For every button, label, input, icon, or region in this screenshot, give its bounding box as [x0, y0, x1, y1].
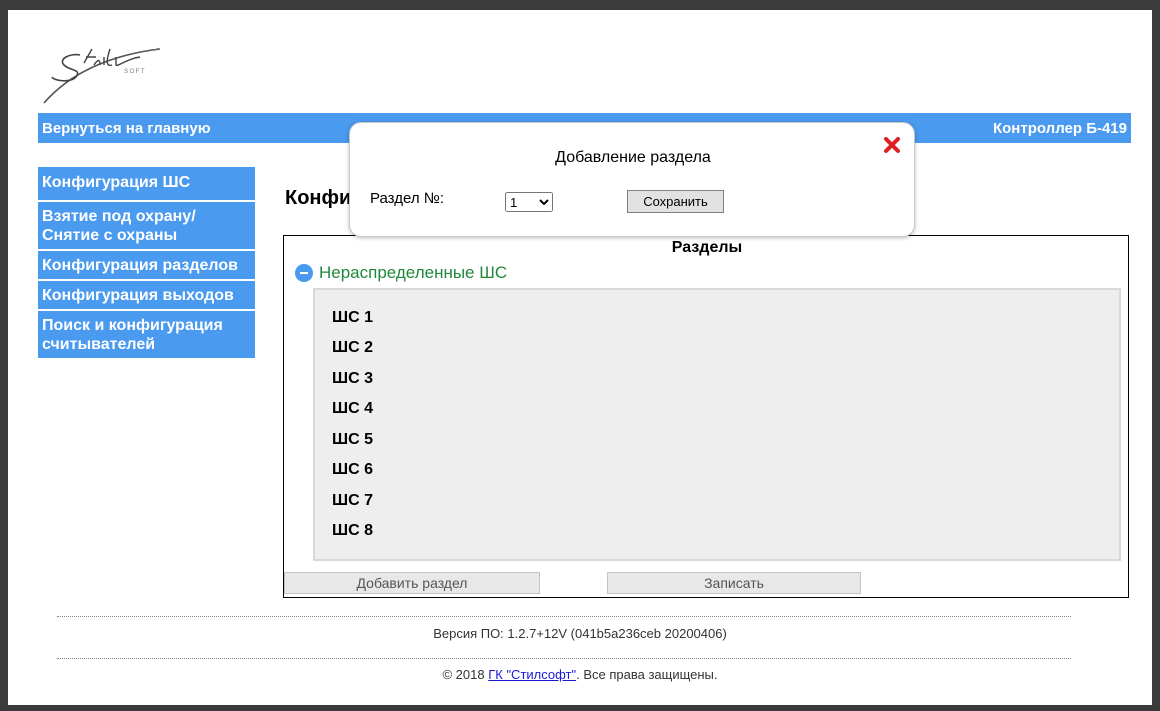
panel-title: Разделы — [671, 239, 743, 256]
write-button[interactable]: Записать — [607, 572, 861, 594]
section-number-label: Раздел №: — [370, 190, 445, 207]
loop-list: ШС 1 ШС 2 ШС 3 ШС 4 ШС 5 ШС 6 ШС 7 ШС 8 — [313, 288, 1121, 561]
footer-divider — [57, 658, 1071, 659]
svg-text:SOFT: SOFT — [124, 69, 146, 75]
copyright-suffix: . Все права защищены. — [576, 667, 718, 682]
list-item[interactable]: ШС 6 — [332, 461, 373, 479]
list-item[interactable]: ШС 8 — [332, 522, 373, 540]
footer-divider — [57, 616, 1071, 617]
version-text: Версия ПО: 1.2.7+12V (041b5a236ceb 20200… — [433, 626, 727, 641]
sidebar: Конфигурация ШС Взятие под охрану/ Сняти… — [38, 167, 255, 360]
stilsoft-logo: SOFT — [43, 47, 161, 104]
dialog-title: Добавление раздела — [555, 149, 711, 166]
page-title: Конфи — [285, 187, 351, 209]
sidebar-item-output-config[interactable]: Конфигурация выходов — [38, 281, 255, 309]
list-item[interactable]: ШС 5 — [332, 431, 373, 449]
group-label: Нераспределенные ШС — [319, 263, 508, 282]
sidebar-item-arm-disarm[interactable]: Взятие под охрану/ Снятие с охраны — [38, 202, 255, 249]
company-link[interactable]: ГК "Стилсофт" — [488, 667, 576, 682]
add-section-dialog: Добавление раздела Раздел №: 1 Сохранить — [349, 122, 915, 237]
section-number-select[interactable]: 1 — [505, 192, 553, 212]
save-button[interactable]: Сохранить — [627, 190, 724, 213]
collapse-icon[interactable] — [295, 264, 313, 282]
list-item[interactable]: ШС 4 — [332, 400, 373, 418]
close-icon[interactable] — [882, 135, 902, 155]
list-item[interactable]: ШС 1 — [332, 309, 373, 327]
controller-title: Контроллер Б-419 — [992, 120, 1127, 137]
sidebar-item-section-config[interactable]: Конфигурация разделов — [38, 251, 255, 279]
sidebar-item-reader-config[interactable]: Поиск и конфигурация считывателей — [38, 311, 255, 358]
add-section-button[interactable]: Добавить раздел — [284, 572, 540, 594]
sidebar-item-loop-config[interactable]: Конфигурация ШС — [38, 167, 255, 200]
unassigned-group-header[interactable]: Нераспределенные ШС — [295, 263, 507, 283]
copyright: © 2018 ГК "Стилсофт". Все права защищены… — [0, 667, 1160, 682]
list-item[interactable]: ШС 7 — [332, 492, 373, 510]
list-item[interactable]: ШС 3 — [332, 370, 373, 388]
list-item[interactable]: ШС 2 — [332, 339, 373, 357]
copyright-prefix: © 2018 — [442, 667, 489, 682]
home-link[interactable]: Вернуться на главную — [42, 120, 211, 137]
sections-panel: Разделы Нераспределенные ШС ШС 1 ШС 2 ШС… — [283, 235, 1129, 598]
